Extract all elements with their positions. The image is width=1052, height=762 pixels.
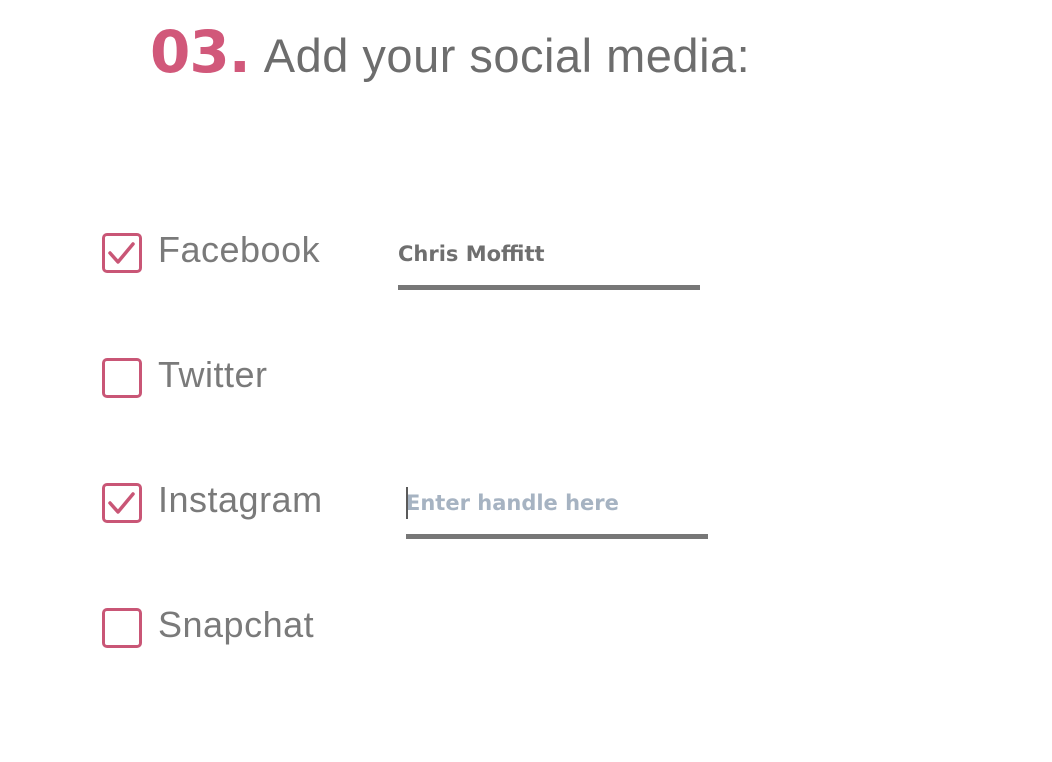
checkmark-icon bbox=[108, 242, 135, 264]
step-header: 03. Add your social media: bbox=[150, 18, 750, 88]
snapchat-label: Snapchat bbox=[158, 604, 315, 645]
instagram-label: Instagram bbox=[158, 479, 323, 520]
step-title: Add your social media: bbox=[263, 29, 751, 82]
facebook-handle-input[interactable] bbox=[398, 237, 700, 271]
instagram-handle-input[interactable] bbox=[406, 486, 708, 520]
facebook-checkbox[interactable] bbox=[102, 233, 142, 273]
step-number: 03. bbox=[150, 18, 251, 86]
twitter-checkbox[interactable] bbox=[102, 358, 142, 398]
checkmark-icon bbox=[108, 492, 135, 514]
instagram-checkbox[interactable] bbox=[102, 483, 142, 523]
instagram-handle-field bbox=[406, 486, 708, 539]
snapchat-checkbox[interactable] bbox=[102, 608, 142, 648]
facebook-handle-field bbox=[398, 237, 700, 290]
twitter-label: Twitter bbox=[158, 354, 268, 395]
facebook-label: Facebook bbox=[158, 229, 321, 270]
text-caret bbox=[406, 487, 408, 519]
